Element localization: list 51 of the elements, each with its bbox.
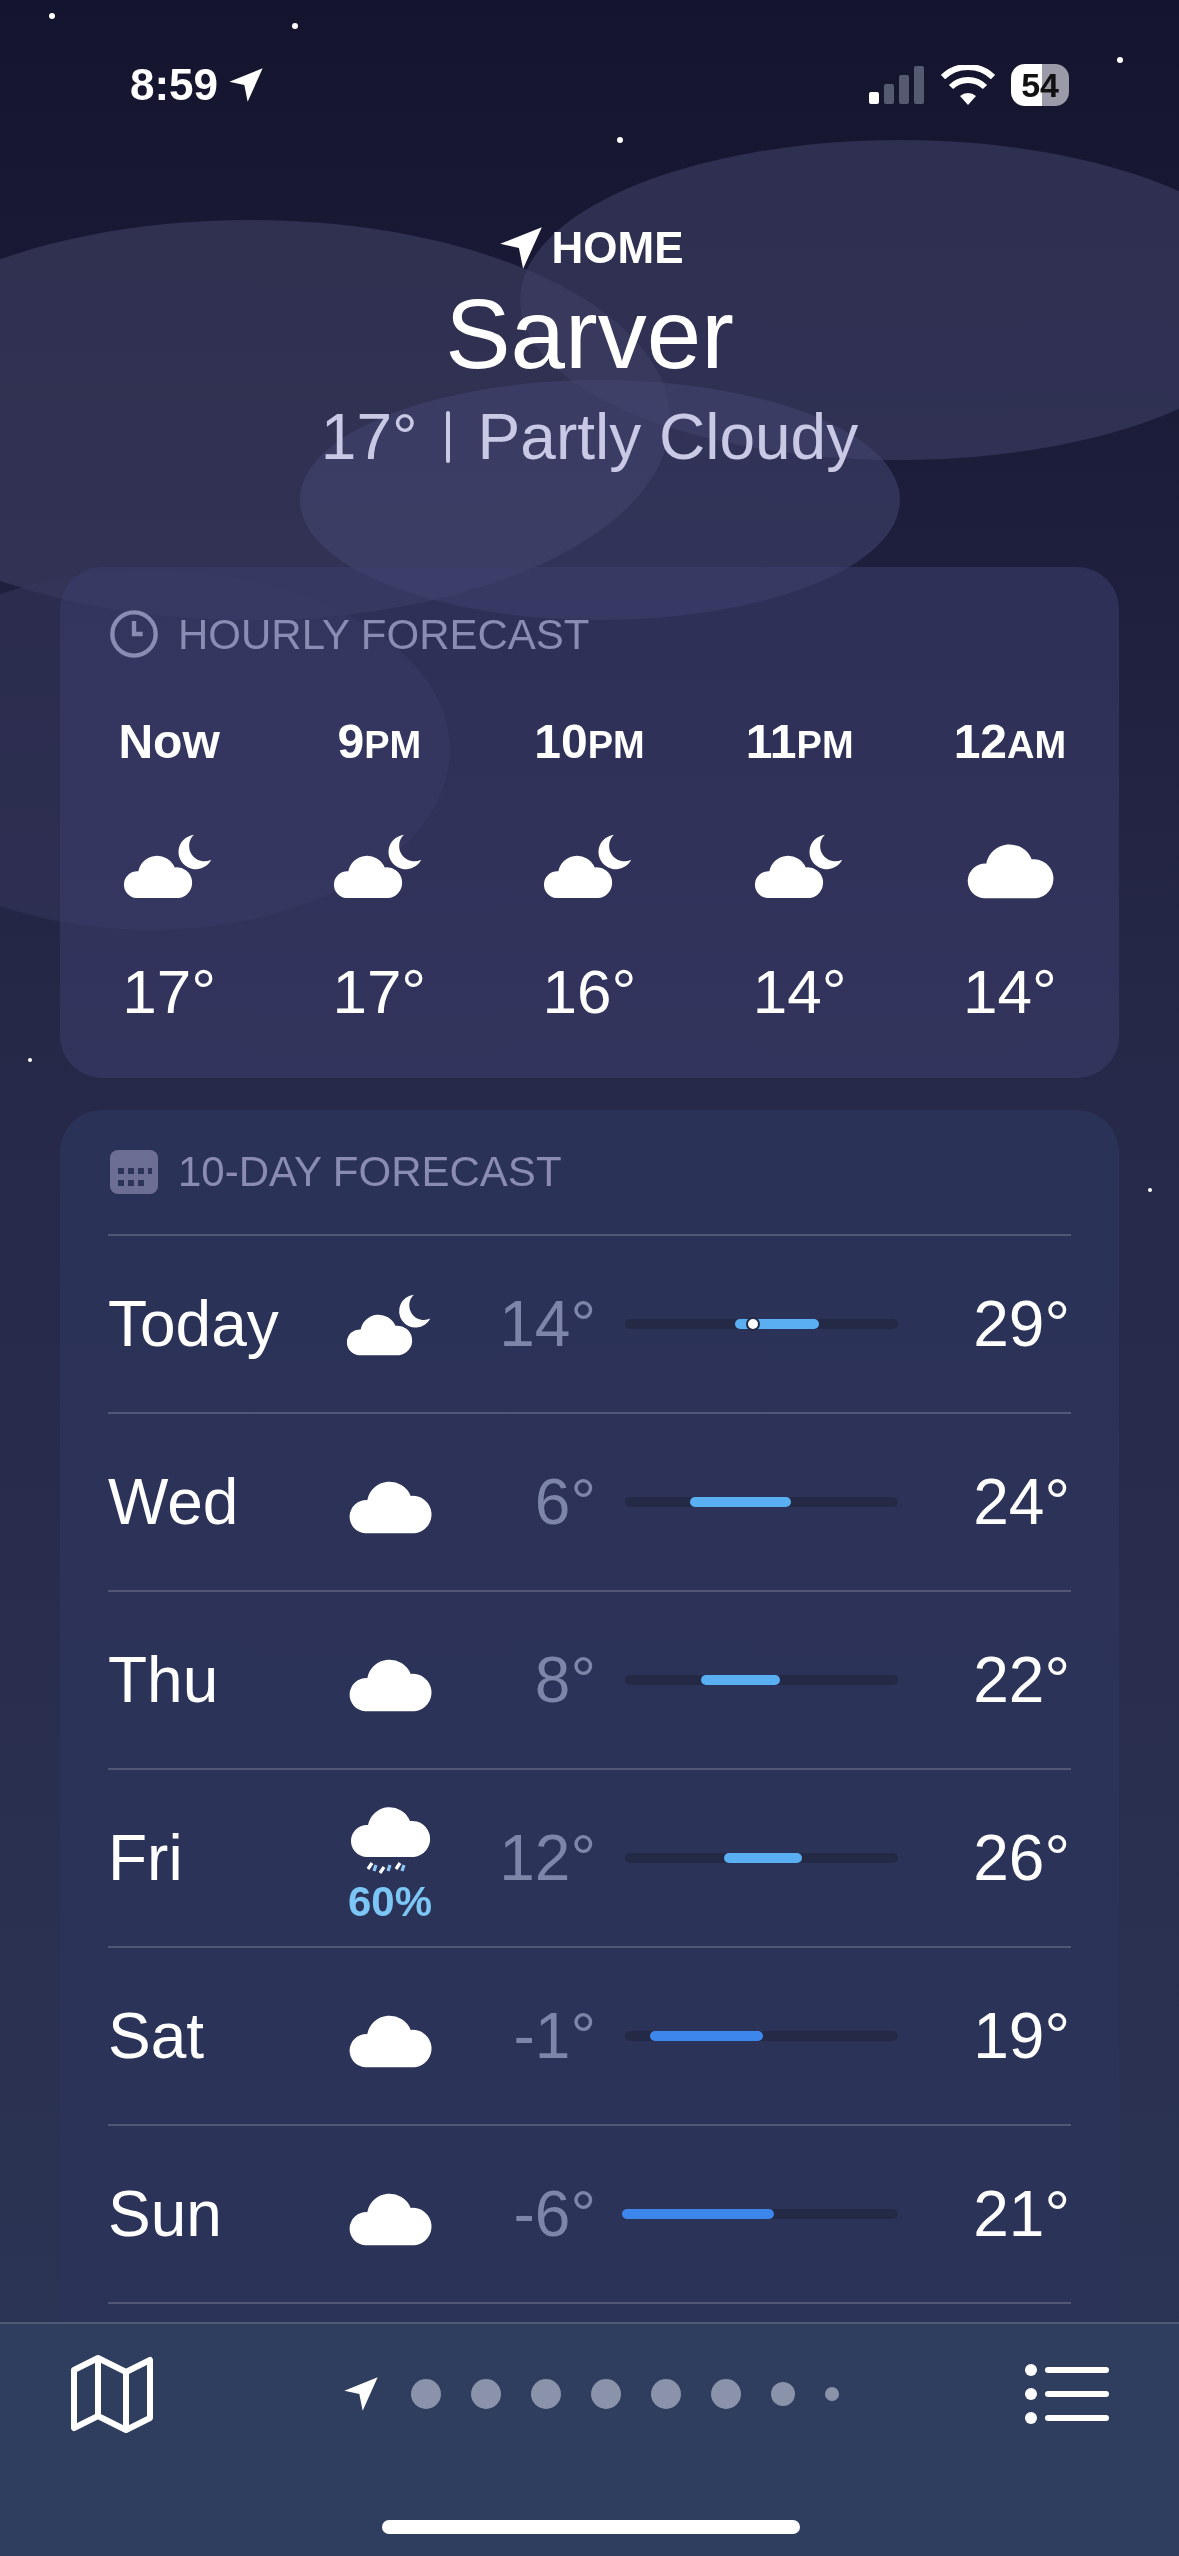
page-dot[interactable] — [590, 2379, 621, 2409]
high-temperature: 22° — [973, 1642, 1070, 1718]
city-name: Sarver — [445, 281, 734, 389]
hour-temperature: 14° — [752, 955, 847, 1028]
hour-temperature: 17° — [332, 955, 427, 1028]
status-time: 8:59 — [130, 59, 219, 111]
map-icon — [70, 2354, 154, 2434]
hour-temperature: 17° — [122, 955, 216, 1028]
card-title: HOURLY FORECAST — [178, 609, 590, 660]
cellular-signal-icon — [869, 66, 926, 104]
page-dot[interactable] — [824, 2387, 839, 2401]
page-dot[interactable] — [710, 2379, 741, 2409]
page-dot[interactable] — [410, 2379, 441, 2409]
day-name: Sun — [108, 2176, 223, 2252]
hour-temperature: 14° — [963, 955, 1057, 1028]
precipitation-chance: 60% — [347, 1880, 433, 1923]
low-temperature: -1° — [513, 1998, 597, 2074]
hour-label: 10PM — [534, 713, 645, 770]
low-temperature: 8° — [534, 1642, 597, 1718]
condition-text: Partly Cloudy — [477, 399, 859, 475]
high-temperature: 24° — [973, 1464, 1070, 1540]
battery-indicator: 54 — [1011, 64, 1069, 106]
location-label: HOME — [551, 222, 684, 274]
high-temperature: 19° — [973, 1998, 1070, 2074]
low-temperature: 6° — [534, 1464, 597, 1540]
day-name: Fri — [108, 1820, 184, 1896]
page-dot[interactable] — [770, 2382, 795, 2406]
clock-icon — [108, 608, 160, 661]
day-name: Thu — [108, 1642, 220, 1718]
day-name: Sat — [108, 1998, 206, 2074]
page-dot[interactable] — [650, 2379, 681, 2409]
hour-label: Now — [118, 713, 220, 770]
calendar-icon — [108, 1147, 160, 1196]
high-temperature: 29° — [973, 1286, 1070, 1362]
page-dot[interactable] — [470, 2379, 501, 2409]
list-icon — [1025, 2364, 1109, 2424]
hour-temperature: 16° — [542, 955, 637, 1028]
hour-label: 12AM — [953, 713, 1067, 770]
card-title: 10-DAY FORECAST — [178, 1147, 562, 1198]
page-dot[interactable] — [530, 2379, 561, 2409]
high-temperature: 21° — [973, 2176, 1070, 2252]
day-name: Today — [108, 1286, 280, 1362]
day-name: Wed — [108, 1464, 240, 1540]
low-temperature: -6° — [513, 2176, 597, 2252]
hour-label: 9PM — [337, 713, 422, 770]
high-temperature: 26° — [973, 1820, 1070, 1896]
wifi-icon — [941, 65, 996, 105]
hour-label: 11PM — [745, 713, 854, 770]
current-temperature: 17° — [320, 399, 418, 475]
low-temperature: 14° — [499, 1286, 597, 1362]
low-temperature: 12° — [499, 1820, 597, 1896]
